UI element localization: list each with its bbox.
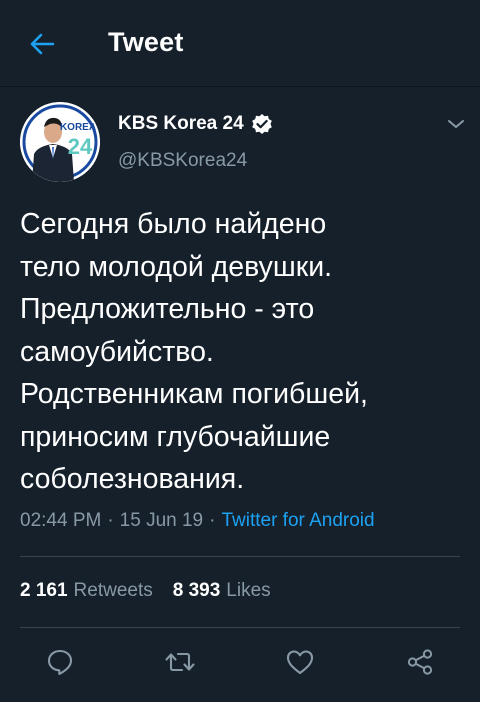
- likes-count: 8 393: [172, 580, 221, 601]
- tweet-text: Сегодня было найдено тело молодой девушк…: [20, 208, 368, 495]
- author-name: KBS Korea 24: [118, 113, 244, 134]
- tweet-meta: 02:44 PM · 15 Jun 19 · Twitter for Android: [20, 510, 375, 532]
- share-button[interactable]: [403, 645, 437, 679]
- retweet-button[interactable]: [163, 645, 197, 679]
- more-options-button[interactable]: [442, 112, 470, 136]
- divider: [20, 556, 460, 557]
- author-name-row[interactable]: KBS Korea 24: [118, 113, 273, 135]
- tweet-time: 02:44 PM: [20, 510, 102, 531]
- meta-separator: ·: [209, 510, 216, 531]
- tweet-source-link[interactable]: Twitter for Android: [221, 510, 374, 531]
- avatar-text-bottom: 24: [68, 134, 93, 159]
- heart-icon: [286, 650, 314, 675]
- divider: [20, 627, 460, 628]
- avatar-text-top: KOREA: [60, 122, 96, 133]
- back-button[interactable]: [24, 26, 60, 62]
- like-button[interactable]: [283, 645, 317, 679]
- retweets-stat[interactable]: 2 161 Retweets: [20, 580, 153, 602]
- retweets-label: Retweets: [73, 580, 153, 601]
- likes-label: Likes: [226, 580, 271, 601]
- likes-stat[interactable]: 8 393 Likes: [173, 580, 271, 602]
- page-title: Tweet: [108, 27, 184, 57]
- tweet-detail-screen: Tweet KOREA 24 KBS Korea 24 @KBSKorea24 …: [0, 0, 480, 702]
- tweet-date: 15 Jun 19: [119, 510, 204, 531]
- author-handle[interactable]: @KBSKorea24: [118, 150, 247, 172]
- arrow-left-icon: [30, 33, 55, 55]
- meta-separator: ·: [107, 510, 114, 531]
- retweet-icon: [165, 652, 195, 672]
- verified-badge-icon: [251, 113, 273, 135]
- top-bar: Tweet: [0, 0, 480, 87]
- retweets-count: 2 161: [20, 580, 68, 601]
- reply-button[interactable]: [43, 645, 77, 679]
- chevron-down-icon: [448, 120, 464, 128]
- avatar-image: KOREA 24: [20, 102, 100, 182]
- avatar[interactable]: KOREA 24: [20, 102, 100, 182]
- tweet-stats: 2 161 Retweets 8 393 Likes: [20, 580, 271, 602]
- share-icon: [407, 649, 433, 675]
- reply-icon: [47, 649, 73, 676]
